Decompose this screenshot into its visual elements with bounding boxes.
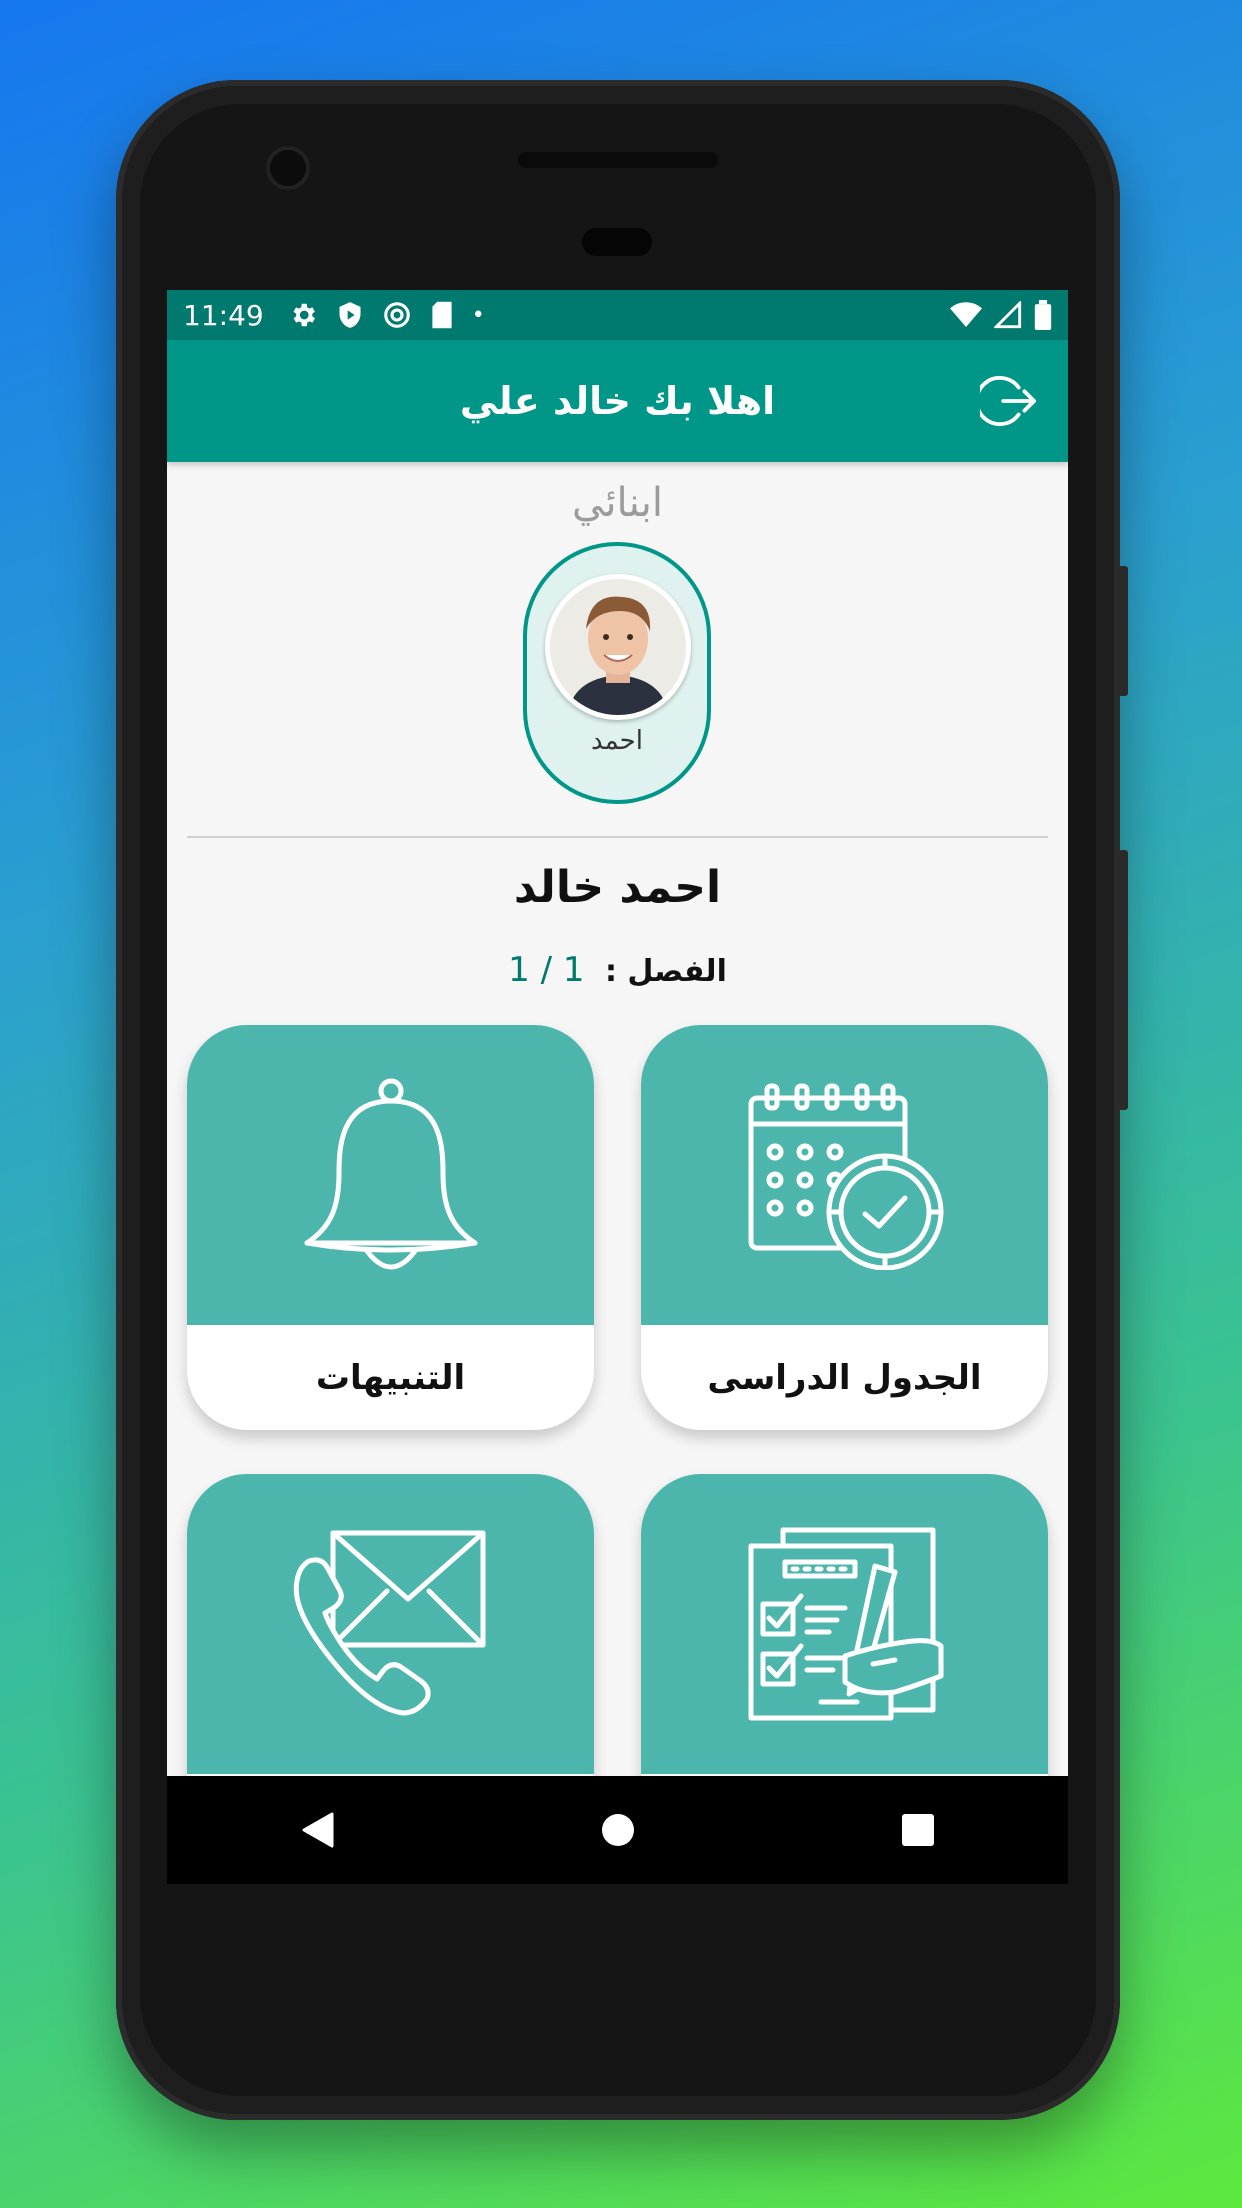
contact-tile-banner	[187, 1474, 594, 1774]
status-bar: 11:49 •	[167, 290, 1068, 340]
sd-card-icon	[432, 301, 452, 329]
app-screen: 11:49 • اهلا بك خالد علي ابنائي احمد احم…	[167, 290, 1068, 1776]
schedule-tile-banner	[641, 1025, 1048, 1325]
avatar-photo	[550, 579, 686, 715]
settings-icon	[293, 303, 315, 327]
bell-icon	[304, 1078, 477, 1270]
divider	[187, 836, 1048, 838]
proximity-sensor	[582, 228, 652, 256]
notification-dot-icon: •	[471, 302, 485, 328]
power-button	[1118, 566, 1128, 696]
avatar	[545, 574, 691, 720]
system-nav-bar	[167, 1776, 1068, 1884]
shield-icon	[339, 302, 361, 328]
notifications-tile-label: التنبيهات	[315, 1357, 466, 1398]
logout-icon[interactable]	[980, 374, 1038, 428]
checklist-icon	[748, 1527, 943, 1721]
children-section-label: ابنائي	[572, 480, 663, 526]
signal-icon	[994, 301, 1022, 329]
class-label: الفصل :	[604, 954, 727, 989]
home-icon[interactable]	[601, 1813, 635, 1847]
wifi-icon	[950, 302, 982, 327]
volume-button	[1118, 850, 1128, 1110]
battery-icon	[1034, 300, 1052, 330]
child-selector-card[interactable]: احمد	[523, 542, 711, 804]
contact-tile[interactable]	[187, 1474, 594, 1776]
earpiece-speaker	[518, 152, 718, 168]
front-camera	[270, 150, 306, 186]
notifications-tile-banner	[187, 1025, 594, 1325]
schedule-tile[interactable]: الجدول الدراسى	[641, 1025, 1048, 1430]
notifications-tile[interactable]: التنبيهات	[187, 1025, 594, 1430]
class-info: الفصل : 1 / 1	[167, 950, 1068, 990]
page-title: اهلا بك خالد علي	[459, 379, 776, 423]
back-icon[interactable]	[300, 1810, 336, 1850]
app-bar: اهلا بك خالد علي	[167, 340, 1068, 462]
checklist-tile-banner	[641, 1474, 1048, 1774]
status-time: 11:49	[183, 298, 264, 332]
class-value: 1 / 1	[508, 950, 585, 990]
recents-icon[interactable]	[901, 1813, 935, 1847]
child-name: احمد	[591, 726, 643, 756]
sync-icon	[383, 302, 410, 328]
checklist-tile[interactable]	[641, 1474, 1048, 1776]
student-name: احمد خالد	[513, 862, 722, 913]
calendar-clock-icon	[748, 1083, 943, 1270]
mail-phone-icon	[293, 1530, 485, 1716]
schedule-tile-label: الجدول الدراسى	[707, 1357, 982, 1398]
